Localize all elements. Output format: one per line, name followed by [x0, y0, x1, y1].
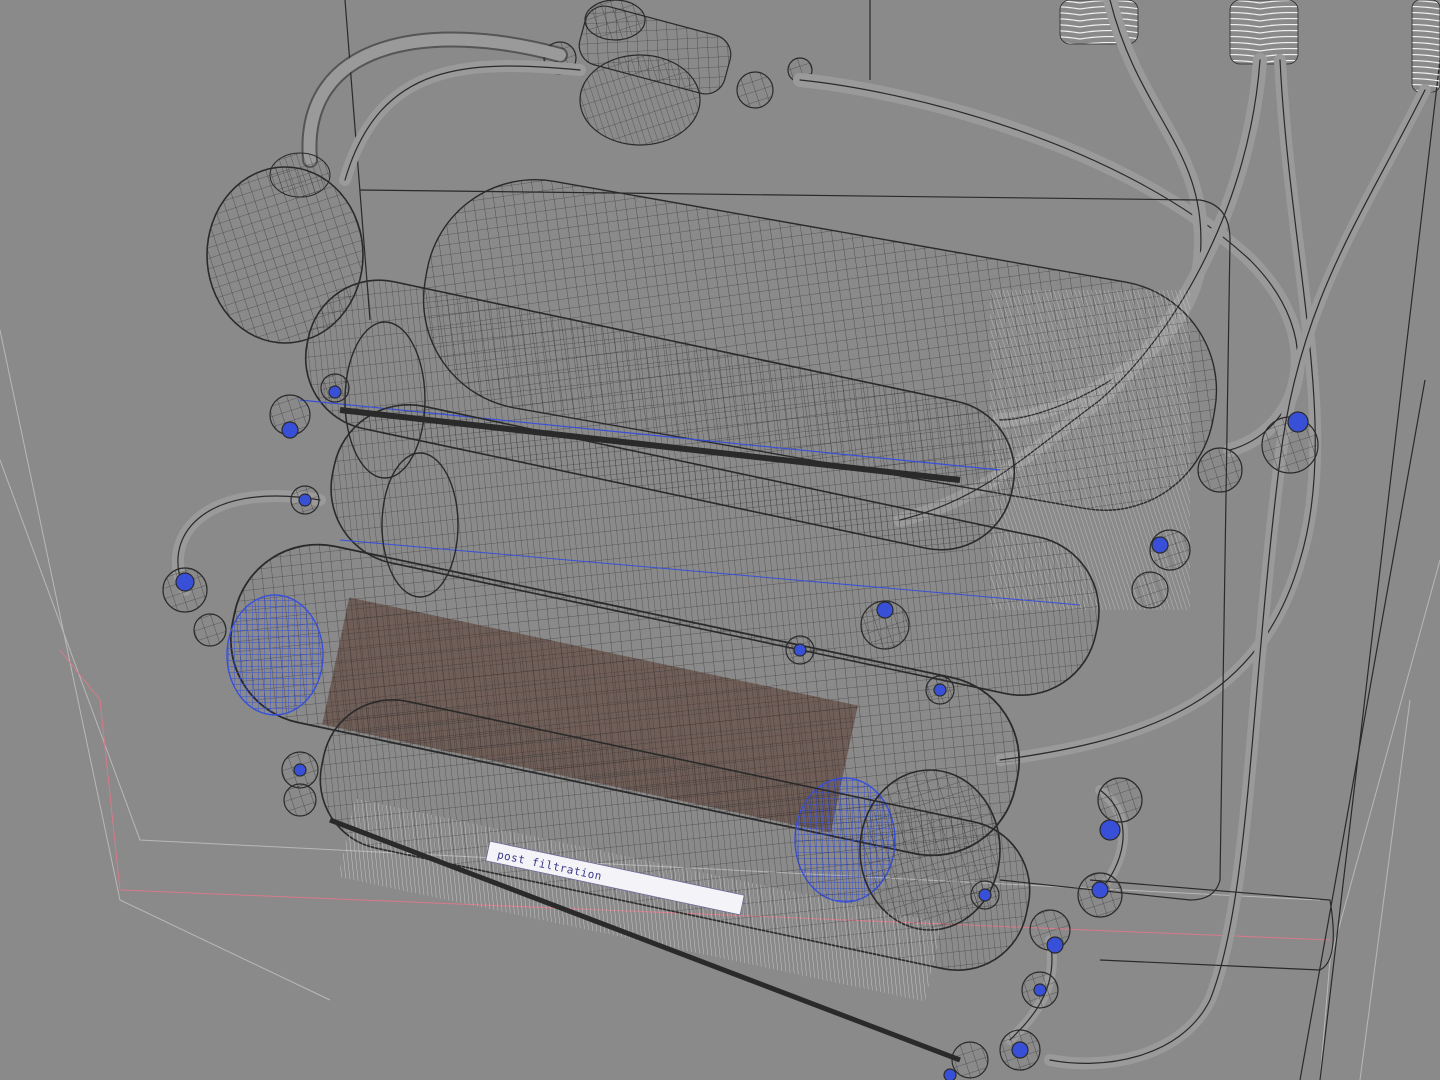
3d-viewport[interactable]: post filtration [0, 0, 1440, 1080]
wireframe-scene: post filtration [0, 0, 1440, 1080]
